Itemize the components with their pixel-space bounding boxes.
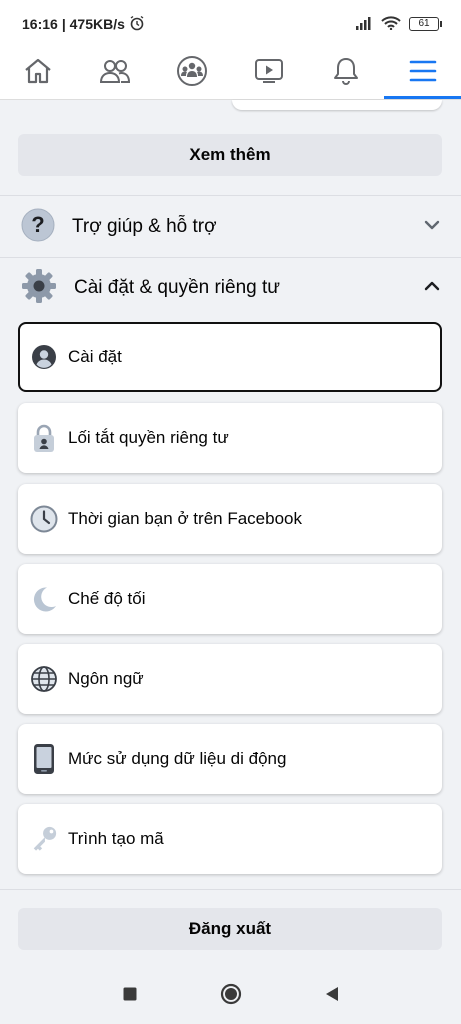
menu-icon [409,59,437,88]
top-tab-bar [0,48,461,100]
home-icon [23,57,53,90]
clock-icon [30,505,58,533]
status-bar: 16:16 | 475KB/s 61 [0,0,461,48]
key-icon [30,825,58,853]
battery-icon: 61 [409,17,442,31]
question-icon: ? [20,207,56,248]
shortcut-card-edge [232,100,442,110]
menu-item-code-generator[interactable]: Trình tạo mã [18,804,442,874]
menu-item-settings[interactable]: Cài đặt [18,322,442,392]
tab-friends[interactable] [77,48,154,99]
watch-icon [254,58,284,89]
tab-home[interactable] [0,48,77,99]
friends-icon [99,57,131,90]
menu-item-label: Cài đặt [68,347,122,366]
tab-watch[interactable] [230,48,307,99]
menu-item-label: Mức sử dụng dữ liệu di động [68,749,287,768]
status-network-speed: | 475KB/s [61,16,125,32]
alarm-icon [129,15,145,34]
menu-item-time-on-facebook[interactable]: Thời gian bạn ở trên Facebook [18,484,442,554]
globe-icon [30,665,58,693]
menu-item-dark-mode[interactable]: Chế độ tối [18,564,442,634]
status-time: 16:16 [22,16,58,32]
menu-item-mobile-data[interactable]: Mức sử dụng dữ liệu di động [18,724,442,794]
settings-privacy-label: Cài đặt & quyền riêng tư [74,277,281,298]
profile-settings-icon [30,343,58,371]
see-more-button[interactable]: Xem thêm [18,134,442,176]
menu-item-privacy-shortcuts[interactable]: Lối tắt quyền riêng tư [18,403,442,473]
logout-button[interactable]: Đăng xuất [18,908,442,950]
settings-privacy-section[interactable]: Cài đặt & quyền riêng tư [0,258,461,318]
gear-icon [20,267,58,310]
system-nav-bar [0,968,461,1024]
menu-item-label: Thời gian bạn ở trên Facebook [68,509,302,528]
tab-menu[interactable] [384,48,461,99]
help-support-section[interactable]: ? Trợ giúp & hỗ trợ [0,197,461,257]
tab-groups[interactable] [154,48,231,99]
menu-item-label: Trình tạo mã [68,829,164,848]
chevron-up-icon [423,279,441,297]
divider [0,195,461,196]
chevron-down-icon [423,218,441,236]
menu-content: Xem thêm ? Trợ giúp & hỗ trợ Cài đặt & q… [0,100,461,968]
svg-text:?: ? [31,212,44,237]
menu-item-language[interactable]: Ngôn ngữ [18,644,442,714]
phone-icon [30,744,58,774]
menu-item-label: Chế độ tối [68,589,146,608]
divider [0,889,461,890]
menu-item-label: Ngôn ngữ [68,669,144,688]
back-button[interactable] [324,985,340,1008]
groups-icon [176,55,208,92]
recent-apps-button[interactable] [122,986,138,1007]
bell-icon [332,56,360,91]
tab-notifications[interactable] [307,48,384,99]
help-support-label: Trợ giúp & hỗ trợ [72,216,217,237]
menu-item-label: Lối tắt quyền riêng tư [68,428,229,447]
home-button[interactable] [220,983,242,1010]
moon-icon [30,585,58,613]
signal-icon [355,16,373,33]
wifi-icon [381,15,401,33]
privacy-lock-icon [30,424,58,452]
